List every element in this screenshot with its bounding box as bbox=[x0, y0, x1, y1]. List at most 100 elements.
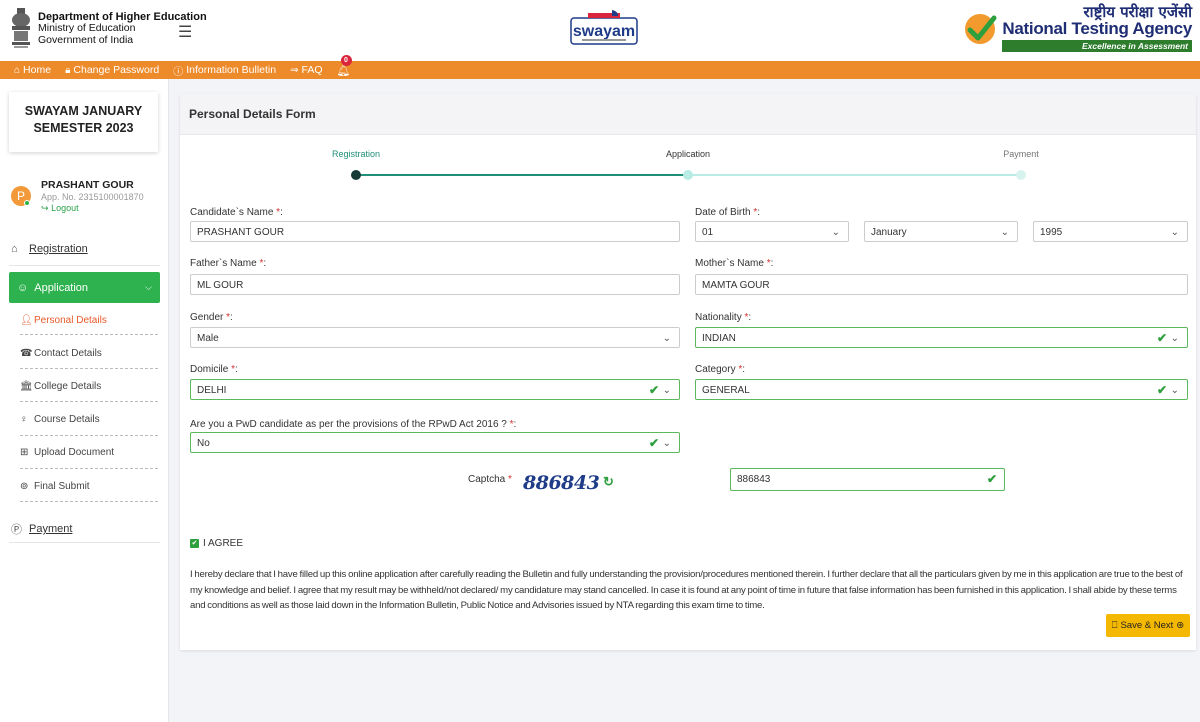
home-icon: ⌂ bbox=[14, 64, 21, 76]
dob-day-value: 01 bbox=[702, 227, 714, 238]
online-status-dot bbox=[24, 200, 30, 206]
nav-information-bulletin[interactable]: ⓘ Information Bulletin bbox=[173, 63, 276, 78]
nav-change-password[interactable]: 🔒︎ Change Password bbox=[65, 64, 159, 76]
domicile-select[interactable]: DELHI ✔ ⌄ bbox=[190, 379, 680, 400]
candidate-name-label-text: Candidate`s Name bbox=[190, 207, 274, 218]
sidebar-item-payment-label: Payment bbox=[29, 523, 73, 535]
required-mark: * bbox=[753, 207, 758, 218]
nav-home[interactable]: ⌂ Home bbox=[14, 64, 51, 76]
chevron-down-icon: ⌄ bbox=[662, 438, 671, 449]
save-next-label: Save & Next bbox=[1120, 620, 1174, 631]
user-plus-icon: ☺ bbox=[17, 281, 29, 294]
chevron-down-icon: ⌄ bbox=[1000, 227, 1009, 238]
header: Department of Higher Education Ministry … bbox=[0, 0, 1200, 61]
gender-value: Male bbox=[197, 333, 219, 344]
sidebar-divider bbox=[9, 265, 160, 266]
user-name: PRASHANT GOUR bbox=[41, 179, 134, 191]
father-name-field[interactable]: ML GOUR bbox=[190, 274, 680, 295]
gender-label: Gender *: bbox=[190, 312, 233, 323]
nav-faq[interactable]: ⇒ FAQ bbox=[290, 64, 322, 76]
nationality-label: Nationality *: bbox=[695, 312, 752, 323]
captcha-input[interactable]: 886843 ✔ bbox=[730, 468, 1005, 491]
required-mark: * bbox=[744, 312, 749, 323]
save-next-button[interactable]: ⎕ Save & Next ⊛ bbox=[1106, 614, 1190, 637]
chevron-down-icon: ⌄ bbox=[831, 227, 840, 238]
pwd-label: Are you a PwD candidate as per the provi… bbox=[190, 419, 517, 430]
domicile-label-text: Domicile bbox=[190, 364, 229, 375]
captcha-label: Captcha * bbox=[468, 474, 512, 485]
valid-check-icon: ✔ bbox=[1156, 331, 1167, 345]
step-dot-registration bbox=[351, 170, 361, 180]
category-value: GENERAL bbox=[702, 385, 750, 396]
step-line-pending bbox=[688, 174, 1021, 176]
sidebar-subitem-upload-document[interactable]: ⊞ Upload Document bbox=[20, 447, 158, 458]
category-select[interactable]: GENERAL ✔ ⌄ bbox=[695, 379, 1188, 400]
pwd-select[interactable]: No ✔ ⌄ bbox=[190, 432, 680, 453]
dob-day-select[interactable]: 01 ⌄ bbox=[695, 221, 849, 242]
step-dot-application bbox=[683, 170, 693, 180]
required-mark: * bbox=[766, 258, 771, 269]
upload-icon: ⊞ bbox=[20, 447, 29, 458]
valid-check-icon: ✔ bbox=[1156, 383, 1167, 397]
personal-details-card: Personal Details Form Registration Appli… bbox=[180, 94, 1196, 650]
nav-faq-label: FAQ bbox=[301, 64, 323, 76]
swayam-logo-text: swayam bbox=[573, 23, 635, 40]
sidebar-subitem-final-submit-label: Final Submit bbox=[34, 481, 90, 492]
gender-select[interactable]: Male ⌄ bbox=[190, 327, 680, 348]
sidebar-subitem-upload-document-label: Upload Document bbox=[34, 447, 115, 458]
application-number: App. No. 2315100001870 bbox=[41, 192, 144, 202]
dob-year-select[interactable]: 1995 ⌄ bbox=[1033, 221, 1188, 242]
sidebar: SWAYAM JANUARY SEMESTER 2023 P PRASHANT … bbox=[0, 79, 169, 722]
dob-label-text: Date of Birth bbox=[695, 207, 751, 218]
valid-check-icon: ✔ bbox=[648, 436, 659, 450]
sidebar-subitem-course-details[interactable]: ♀ Course Details bbox=[20, 414, 158, 425]
pwd-value: No bbox=[197, 438, 210, 449]
nationality-select[interactable]: INDIAN ✔ ⌄ bbox=[695, 327, 1188, 348]
sidebar-divider bbox=[20, 435, 158, 436]
valid-check-icon: ✔ bbox=[648, 383, 659, 397]
sidebar-subitem-contact-details-label: Contact Details bbox=[34, 348, 102, 359]
sidebar-subitem-college-details-label: College Details bbox=[34, 381, 102, 392]
lock-icon: 🔒︎ bbox=[65, 64, 71, 76]
nta-tagline: Excellence in Assessment bbox=[1002, 40, 1192, 52]
sidebar-subitem-personal-details[interactable]: 👤︎ Personal Details bbox=[20, 315, 158, 326]
nta-english-name: National Testing Agency bbox=[1002, 19, 1192, 38]
sidebar-item-application-label: Application bbox=[34, 281, 89, 294]
check-circle-icon: ⊚ bbox=[20, 481, 29, 492]
dob-month-value: January bbox=[871, 227, 907, 238]
sidebar-subitem-college-details[interactable]: 🏛︎ College Details bbox=[20, 381, 158, 392]
dob-label: Date of Birth *: bbox=[695, 207, 761, 218]
refresh-captcha-icon[interactable]: ↻ bbox=[603, 474, 614, 490]
captcha-image: 886843 bbox=[523, 466, 600, 502]
mother-label-text: Mother`s Name bbox=[695, 258, 764, 269]
chevron-down-icon: ⌄ bbox=[662, 333, 671, 344]
sidebar-subitem-personal-details-label: Personal Details bbox=[34, 315, 107, 326]
top-nav: ⌂ Home 🔒︎ Change Password ⓘ Information … bbox=[0, 54, 1200, 79]
sidebar-divider bbox=[20, 334, 158, 335]
sidebar-subitem-final-submit[interactable]: ⊚ Final Submit bbox=[20, 481, 158, 492]
agree-checkbox[interactable]: ✔ I AGREE bbox=[190, 538, 243, 549]
sidebar-subitem-contact-details[interactable]: ☎︎ Contact Details bbox=[20, 348, 158, 359]
bell-icon: 🔔︎ bbox=[336, 64, 351, 77]
candidate-name-value: PRASHANT GOUR bbox=[197, 227, 285, 238]
nav-change-password-label: Change Password bbox=[73, 64, 160, 76]
sidebar-item-payment[interactable]: Ⓟ Payment bbox=[11, 521, 158, 537]
sidebar-divider bbox=[20, 401, 158, 402]
dob-month-select[interactable]: January ⌄ bbox=[864, 221, 1018, 242]
mother-name-field[interactable]: MAMTA GOUR bbox=[695, 274, 1188, 295]
required-mark: * bbox=[509, 419, 514, 430]
candidate-name-field[interactable]: PRASHANT GOUR bbox=[190, 221, 680, 242]
chevron-down-icon: ⌄ bbox=[662, 385, 671, 396]
sidebar-item-registration[interactable]: ⌂ Registration bbox=[11, 243, 158, 255]
sidebar-item-application[interactable]: ☺ Application ⌵ bbox=[9, 272, 160, 303]
menu-toggle-icon[interactable]: ☰ bbox=[178, 22, 192, 42]
domicile-label: Domicile *: bbox=[190, 364, 238, 375]
notifications-button[interactable]: 🔔︎ 0 bbox=[336, 54, 352, 77]
logout-link[interactable]: ↪ Logout bbox=[41, 203, 144, 214]
category-label-text: Category bbox=[695, 364, 736, 375]
dept-branding: Department of Higher Education Ministry … bbox=[8, 6, 207, 52]
sidebar-divider bbox=[20, 368, 158, 369]
father-name-value: ML GOUR bbox=[197, 280, 244, 291]
mother-name-value: MAMTA GOUR bbox=[702, 280, 770, 291]
info-icon: ⓘ bbox=[173, 66, 184, 78]
